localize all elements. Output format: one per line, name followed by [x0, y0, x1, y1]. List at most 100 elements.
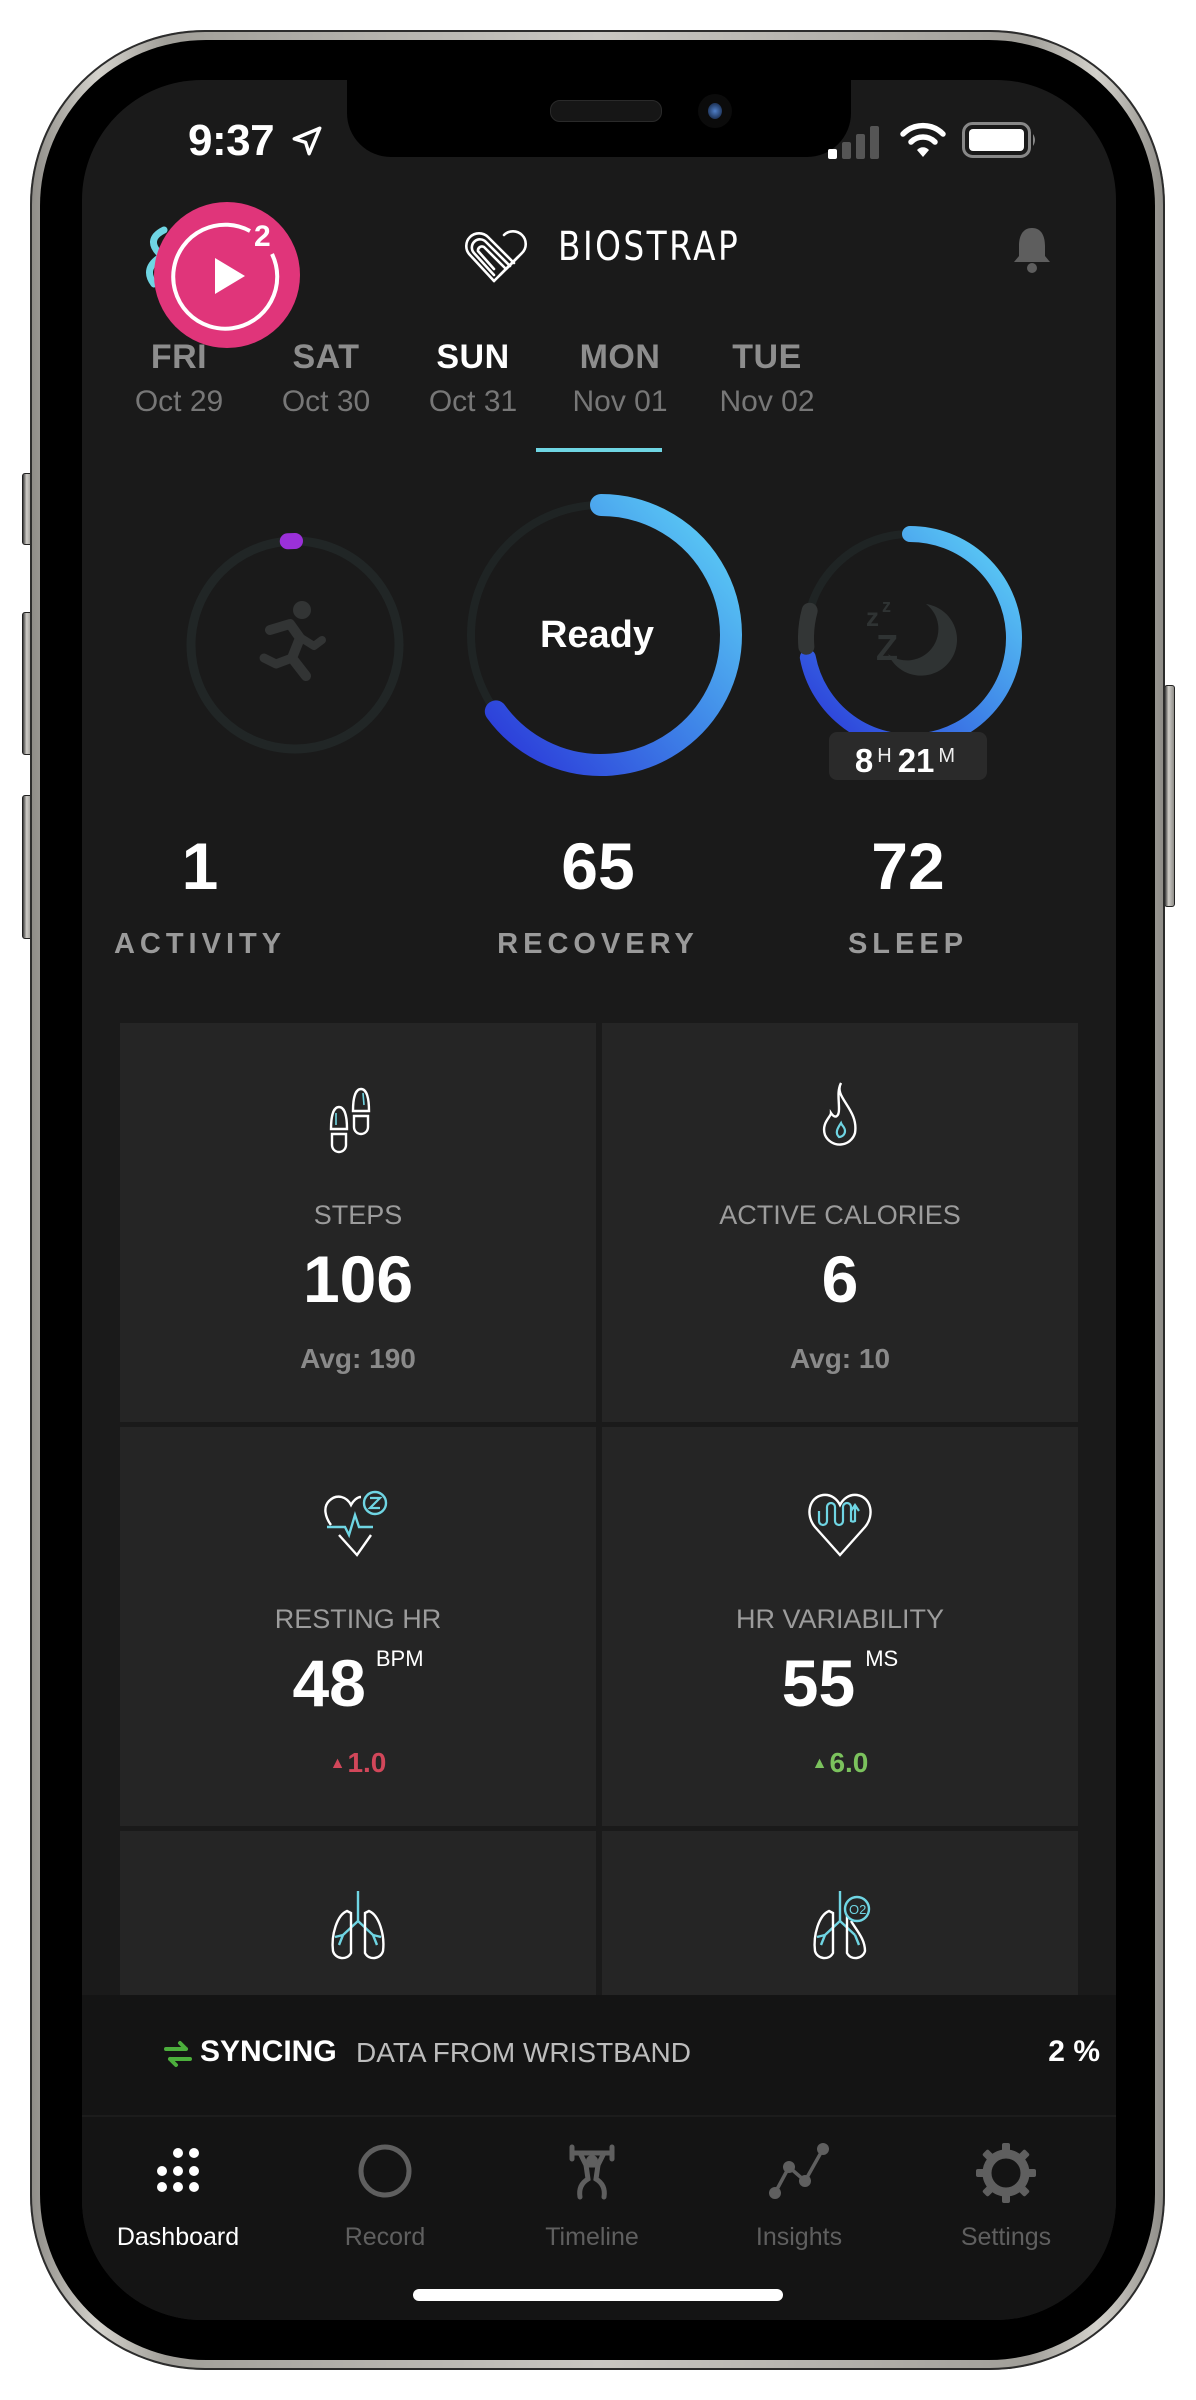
tab-label: Settings: [960, 2223, 1052, 2251]
sync-status-label: SYNCING: [200, 2035, 337, 2068]
running-person-icon: [259, 601, 326, 681]
day-tab-sun[interactable]: SUN Oct 31: [398, 338, 548, 419]
day-tab-sat[interactable]: SAT Oct 30: [251, 338, 401, 419]
recovery-status: Ready: [539, 614, 655, 656]
wifi-icon: [900, 122, 946, 157]
tile-subtext: ▲6.0: [811, 1747, 869, 1778]
flame-icon: [795, 1073, 885, 1163]
live-session-button[interactable]: 2: [154, 202, 300, 348]
day-of-week: TUE: [732, 338, 802, 376]
line-chart-icon: [769, 2143, 829, 2199]
sleep-score[interactable]: 72: [788, 828, 1028, 904]
lungs-o2-icon: O2: [795, 1881, 885, 1971]
bell-icon[interactable]: [1010, 224, 1054, 274]
tile-subtext: Avg: 190: [300, 1343, 416, 1374]
cellular-signal-icon: [828, 126, 879, 159]
trend-up-triangle-icon: ▲: [811, 1755, 828, 1772]
tile-label: STEPS: [313, 1200, 403, 1230]
dashboard-dots-icon: [157, 2148, 199, 2192]
sync-description: DATA FROM WRISTBAND: [356, 2037, 691, 2068]
sleep-hours-unit: H: [877, 745, 892, 767]
tile-subtext: Avg: 10: [789, 1343, 891, 1374]
tile-label: ACTIVE CALORIES: [719, 1200, 961, 1230]
recovery-label: RECOVERY: [497, 928, 699, 960]
day-tab-tue[interactable]: TUE Nov 02: [692, 338, 842, 419]
brand-name: BIOSTRAP: [558, 224, 741, 270]
earpiece-speaker: [550, 100, 662, 122]
sync-arrows-icon: [164, 2041, 192, 2067]
day-of-week: SUN: [436, 338, 510, 376]
sleep-minutes-unit: M: [938, 745, 956, 767]
sleep-hours: 8: [854, 742, 874, 779]
heart-wave-icon: [795, 1477, 885, 1567]
day-of-week: MON: [579, 338, 661, 376]
tab-label: Timeline: [545, 2223, 639, 2251]
tab-timeline[interactable]: Timeline: [492, 2141, 692, 2252]
tab-label: Dashboard: [116, 2223, 240, 2251]
sleep-minutes: 21: [897, 742, 935, 779]
tile-value: 106: [302, 1242, 414, 1316]
tab-insights[interactable]: Insights: [699, 2141, 899, 2252]
home-indicator[interactable]: [413, 2289, 783, 2301]
play-icon: [171, 222, 280, 331]
side-power-button: [1164, 685, 1175, 907]
biostrap-heart-logo: [465, 230, 527, 283]
activity-ring: [186, 533, 404, 754]
tile-active-calories[interactable]: ACTIVE CALORIES 6 Avg: 10: [602, 1023, 1078, 1422]
moon-zzz-icon: z z Z: [866, 596, 958, 676]
gear-icon: [976, 2143, 1036, 2203]
sleep-ring-awake-segment: [798, 602, 818, 655]
recovery-score[interactable]: 65: [478, 828, 718, 904]
svg-text:Z: Z: [876, 627, 898, 668]
tab-settings[interactable]: Settings: [906, 2141, 1106, 2252]
tab-label: Record: [344, 2223, 426, 2251]
front-camera: [698, 94, 732, 128]
tab-dashboard[interactable]: Dashboard: [82, 2141, 278, 2252]
svg-text:z: z: [882, 596, 891, 616]
tile-hr-variability[interactable]: HR VARIABILITY 55 MS ▲6.0: [602, 1427, 1078, 1826]
tile-value: 48 BPM: [292, 1646, 424, 1720]
tile-steps[interactable]: STEPS 106 Avg: 190: [120, 1023, 596, 1422]
tile-unit: BPM: [375, 1646, 424, 1671]
app-screen: 9:37 2 BIOSTRAP FRI Oct 29 SAT Oct 30 SU…: [82, 80, 1116, 2320]
footsteps-icon: [313, 1073, 403, 1163]
battery-icon: [962, 122, 1035, 158]
day-of-week: FRI: [150, 338, 208, 376]
tab-record[interactable]: Record: [285, 2141, 485, 2252]
activity-score[interactable]: 1: [82, 828, 320, 904]
location-arrow-icon: [292, 126, 322, 156]
day-date: Oct 31: [428, 385, 518, 418]
svg-text:O2: O2: [849, 1902, 866, 1917]
sleep-label: SLEEP: [847, 928, 969, 960]
activity-label: ACTIVITY: [113, 928, 287, 960]
sleep-ring: z z Z: [798, 526, 1022, 750]
sleep-duration: 8 H 21 M: [829, 732, 987, 780]
day-of-week: SAT: [292, 338, 360, 376]
day-date: Oct 30: [281, 385, 371, 418]
tile-value: 55 MS: [781, 1646, 899, 1720]
sync-percent: 2 %: [1048, 2035, 1100, 2068]
weightlifter-icon: [569, 2144, 615, 2200]
selected-day-indicator: [536, 448, 662, 452]
trend-up-triangle-icon: ▲: [329, 1755, 346, 1772]
day-date: Nov 01: [572, 385, 668, 418]
tab-label: Insights: [755, 2223, 843, 2251]
tile-value: 6: [821, 1242, 859, 1316]
tile-spo2[interactable]: O2: [602, 1831, 1078, 1995]
tile-unit: MS: [865, 1646, 899, 1671]
tile-resting-hr[interactable]: RESTING HR 48 BPM ▲1.0: [120, 1427, 596, 1826]
tile-label: HR VARIABILITY: [735, 1604, 945, 1634]
notch: [347, 80, 851, 157]
day-date: Oct 29: [134, 385, 224, 418]
tile-subtext: ▲1.0: [329, 1747, 387, 1778]
day-date: Nov 02: [719, 385, 815, 418]
heart-pulse-sleep-icon: [313, 1477, 403, 1567]
live-badge-count: 2: [254, 220, 271, 253]
sync-status-bar: SYNCING DATA FROM WRISTBAND 2 %: [82, 1995, 1116, 2115]
record-circle-icon: [358, 2144, 412, 2198]
tile-respiratory-rate[interactable]: [120, 1831, 596, 1995]
status-time: 9:37: [188, 116, 275, 165]
tile-label: RESTING HR: [274, 1604, 442, 1634]
day-tab-mon[interactable]: MON Nov 01: [545, 338, 695, 419]
day-tab-fri[interactable]: FRI Oct 29: [104, 338, 254, 419]
